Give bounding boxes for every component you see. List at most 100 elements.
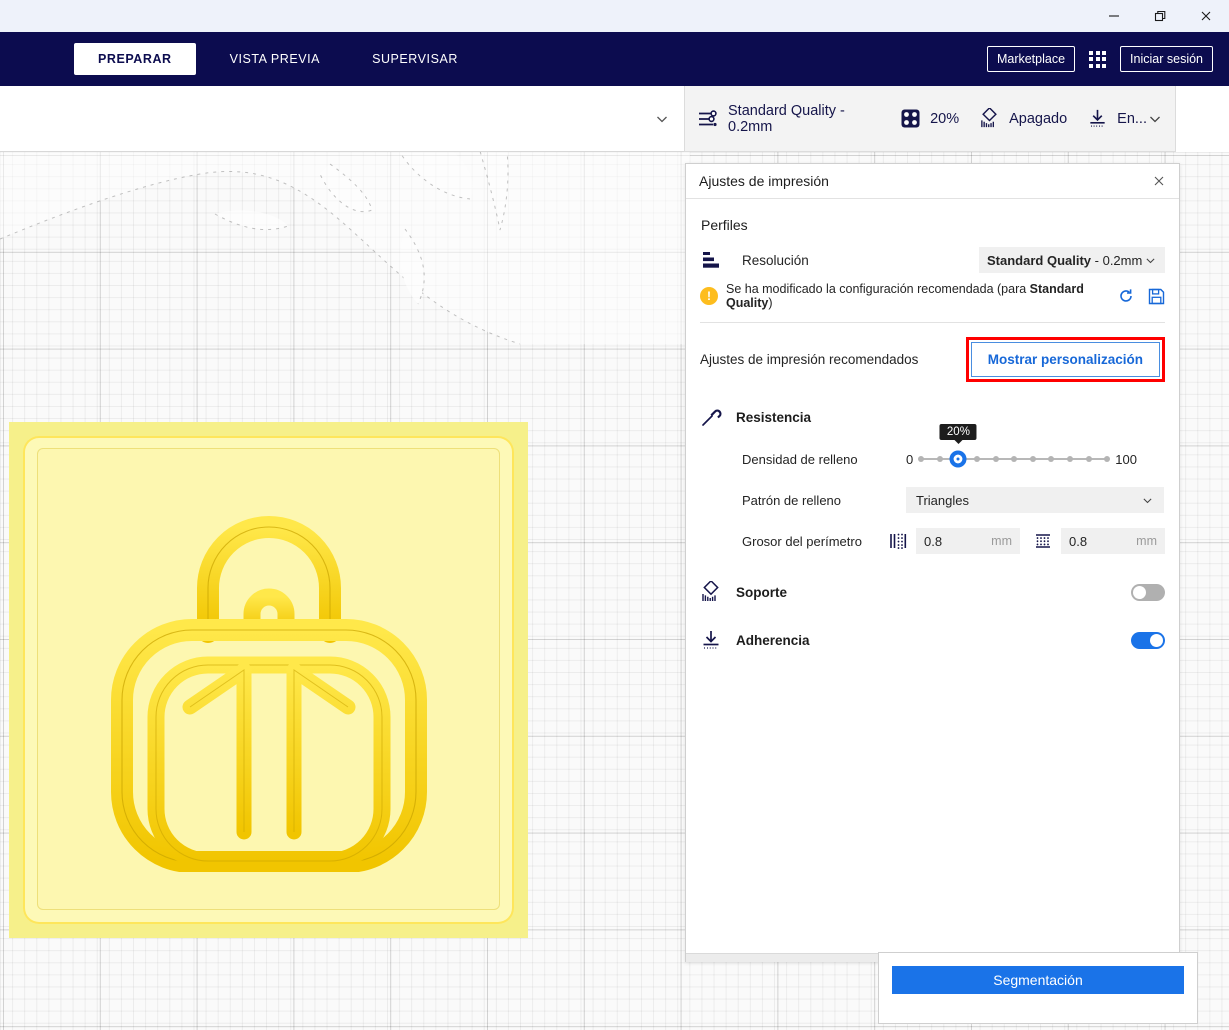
- config-adhesion-label: En...: [1117, 110, 1147, 127]
- config-profile[interactable]: Standard Quality - 0.2mm: [697, 103, 880, 135]
- adhesion-icon: [700, 629, 736, 651]
- restore-button[interactable]: [1137, 0, 1183, 32]
- custom-button-highlight: Mostrar personalización: [965, 337, 1165, 382]
- infill-slider-max-label: 100: [1115, 451, 1137, 467]
- support-toggle[interactable]: [1131, 583, 1165, 601]
- adhesion-icon: [1087, 108, 1108, 129]
- close-button[interactable]: [1183, 0, 1229, 32]
- resolution-value-bold: Standard Quality: [987, 252, 1092, 268]
- infill-slider-tick[interactable]: [1011, 456, 1018, 462]
- infill-icon: [900, 108, 921, 129]
- support-row: Soporte: [700, 572, 1165, 612]
- main-navigation-bar: PREPARAR VISTA PREVIA SUPERVISAR Marketp…: [0, 32, 1229, 86]
- config-profile-label: Standard Quality - 0.2mm: [728, 102, 845, 135]
- support-label: Soporte: [736, 584, 788, 600]
- infill-slider-tick[interactable]: [974, 456, 981, 462]
- wall-thickness-group: 0.8 mm: [888, 528, 1020, 554]
- infill-slider-tick[interactable]: [1048, 456, 1055, 462]
- wall-thickness-value: 0.8: [924, 533, 943, 549]
- resolution-value-rest: - 0.2mm: [1091, 252, 1143, 268]
- warning-exclamation-icon: !: [700, 287, 718, 305]
- infill-slider-tick[interactable]: [936, 456, 943, 462]
- strength-group-header: Resistencia: [700, 406, 1165, 428]
- warning-text-before: Se ha modificado la configuración recome…: [726, 282, 1030, 296]
- config-support[interactable]: Apagado: [979, 108, 1067, 129]
- chevron-down-icon: [1144, 254, 1157, 267]
- save-floppy-icon[interactable]: [1148, 288, 1165, 305]
- config-infill-label: 20%: [930, 110, 960, 127]
- infill-pattern-row: Patrón de relleno Triangles: [700, 483, 1165, 517]
- support-icon: [700, 581, 736, 603]
- infill-pattern-label: Patrón de relleno: [742, 492, 842, 508]
- print-settings-sliders-icon: [697, 108, 719, 130]
- infill-slider-tick[interactable]: [918, 456, 925, 462]
- stage-tab-monitor[interactable]: SUPERVISAR: [354, 44, 476, 74]
- top-bottom-thickness-input[interactable]: 0.8 mm: [1061, 528, 1165, 554]
- infill-density-slider[interactable]: 0 20% 100: [906, 424, 1137, 468]
- show-custom-settings-button[interactable]: Mostrar personalización: [970, 342, 1160, 377]
- strength-group: Resistencia Densidad de relleno 0 20% 10…: [700, 406, 1165, 558]
- infill-slider-tick[interactable]: [1067, 456, 1074, 462]
- warning-actions: [1118, 288, 1165, 305]
- recommended-settings-label: Ajustes de impresión recomendados: [700, 352, 919, 367]
- profile-modified-warning-text: Se ha modificado la configuración recome…: [726, 282, 1110, 310]
- profiles-section-label: Perfiles: [701, 217, 748, 233]
- infill-pattern-dropdown[interactable]: Triangles: [906, 487, 1164, 513]
- close-icon[interactable]: [1152, 174, 1166, 188]
- stage-tabs: PREPARAR VISTA PREVIA SUPERVISAR: [74, 43, 476, 75]
- infill-slider-min-label: 0: [906, 451, 914, 467]
- strength-hammer-icon: [700, 406, 736, 428]
- config-bar-chevron-down-icon[interactable]: [1147, 111, 1163, 127]
- resolution-dropdown[interactable]: Standard Quality - 0.2mm: [979, 247, 1165, 273]
- wall-thickness-input[interactable]: 0.8 mm: [916, 528, 1020, 554]
- infill-density-row: Densidad de relleno 0 20% 100: [700, 424, 1165, 476]
- infill-pattern-value: Triangles: [916, 492, 969, 508]
- build-plate-watermark: [0, 152, 690, 345]
- print-setup-selector-bar[interactable]: Standard Quality - 0.2mm 20% Apagado En.…: [684, 86, 1176, 152]
- infill-slider-track[interactable]: 20%: [918, 424, 1111, 468]
- resolution-layers-icon: [700, 251, 730, 269]
- perimeter-thickness-row: Grosor del perímetro 0.8 mm 0.8 mm: [700, 524, 1165, 558]
- strength-group-title: Resistencia: [736, 409, 812, 425]
- top-bottom-thickness-unit: mm: [1136, 534, 1157, 548]
- print-settings-panel: Ajustes de impresión Perfiles Resolución: [685, 163, 1180, 962]
- resolution-row: Resolución Standard Quality - 0.2mm: [700, 247, 1165, 273]
- adhesion-label: Adherencia: [736, 632, 810, 648]
- config-support-label: Apagado: [1009, 110, 1068, 127]
- marketplace-button[interactable]: Marketplace: [986, 46, 1076, 72]
- adhesion-toggle[interactable]: [1131, 631, 1165, 649]
- infill-slider-tick[interactable]: [1104, 456, 1111, 462]
- machine-selector-bar[interactable]: [0, 86, 684, 152]
- sign-in-button[interactable]: Iniciar sesión: [1120, 46, 1213, 72]
- warning-text-after: ): [768, 296, 773, 310]
- apps-grid-icon[interactable]: [1087, 49, 1108, 70]
- stage-tab-preview[interactable]: VISTA PREVIA: [212, 44, 338, 74]
- nav-right-actions: Marketplace Iniciar sesión: [986, 46, 1213, 72]
- slice-button[interactable]: Segmentación: [892, 966, 1184, 994]
- print-settings-panel-body: Perfiles Resolución Standard Quality - 0…: [686, 199, 1179, 660]
- backpack-emboss-icon: [110, 516, 427, 872]
- cura-application-window: PREPARAR VISTA PREVIA SUPERVISAR Marketp…: [0, 0, 1229, 1030]
- window-titlebar: [0, 0, 1229, 32]
- stage-tab-prepare[interactable]: PREPARAR: [74, 43, 196, 75]
- infill-slider-tick[interactable]: [1085, 456, 1092, 462]
- revert-circular-arrow-icon[interactable]: [1118, 288, 1134, 304]
- machine-selector-chevron-down-icon[interactable]: [654, 111, 670, 127]
- chevron-down-icon: [1141, 494, 1154, 507]
- config-infill[interactable]: 20%: [900, 108, 959, 129]
- infill-slider-tick[interactable]: [1029, 456, 1036, 462]
- adhesion-row: Adherencia: [700, 620, 1165, 660]
- print-settings-panel-title: Ajustes de impresión: [699, 173, 829, 189]
- wall-thickness-icon: [888, 531, 908, 551]
- recommended-settings-row: Ajustes de impresión recomendados Mostra…: [700, 323, 1165, 392]
- top-bottom-thickness-icon: [1033, 531, 1053, 551]
- support-icon: [979, 108, 1000, 129]
- infill-slider-handle[interactable]: [949, 450, 967, 468]
- backpack-keychain-model[interactable]: [9, 422, 528, 938]
- perimeter-thickness-label: Grosor del perímetro: [742, 533, 862, 549]
- resolution-label: Resolución: [742, 252, 809, 268]
- minimize-button[interactable]: [1091, 0, 1137, 32]
- config-adhesion[interactable]: En...: [1087, 108, 1147, 129]
- infill-slider-tick[interactable]: [992, 456, 999, 462]
- top-bottom-thickness-value: 0.8: [1069, 533, 1088, 549]
